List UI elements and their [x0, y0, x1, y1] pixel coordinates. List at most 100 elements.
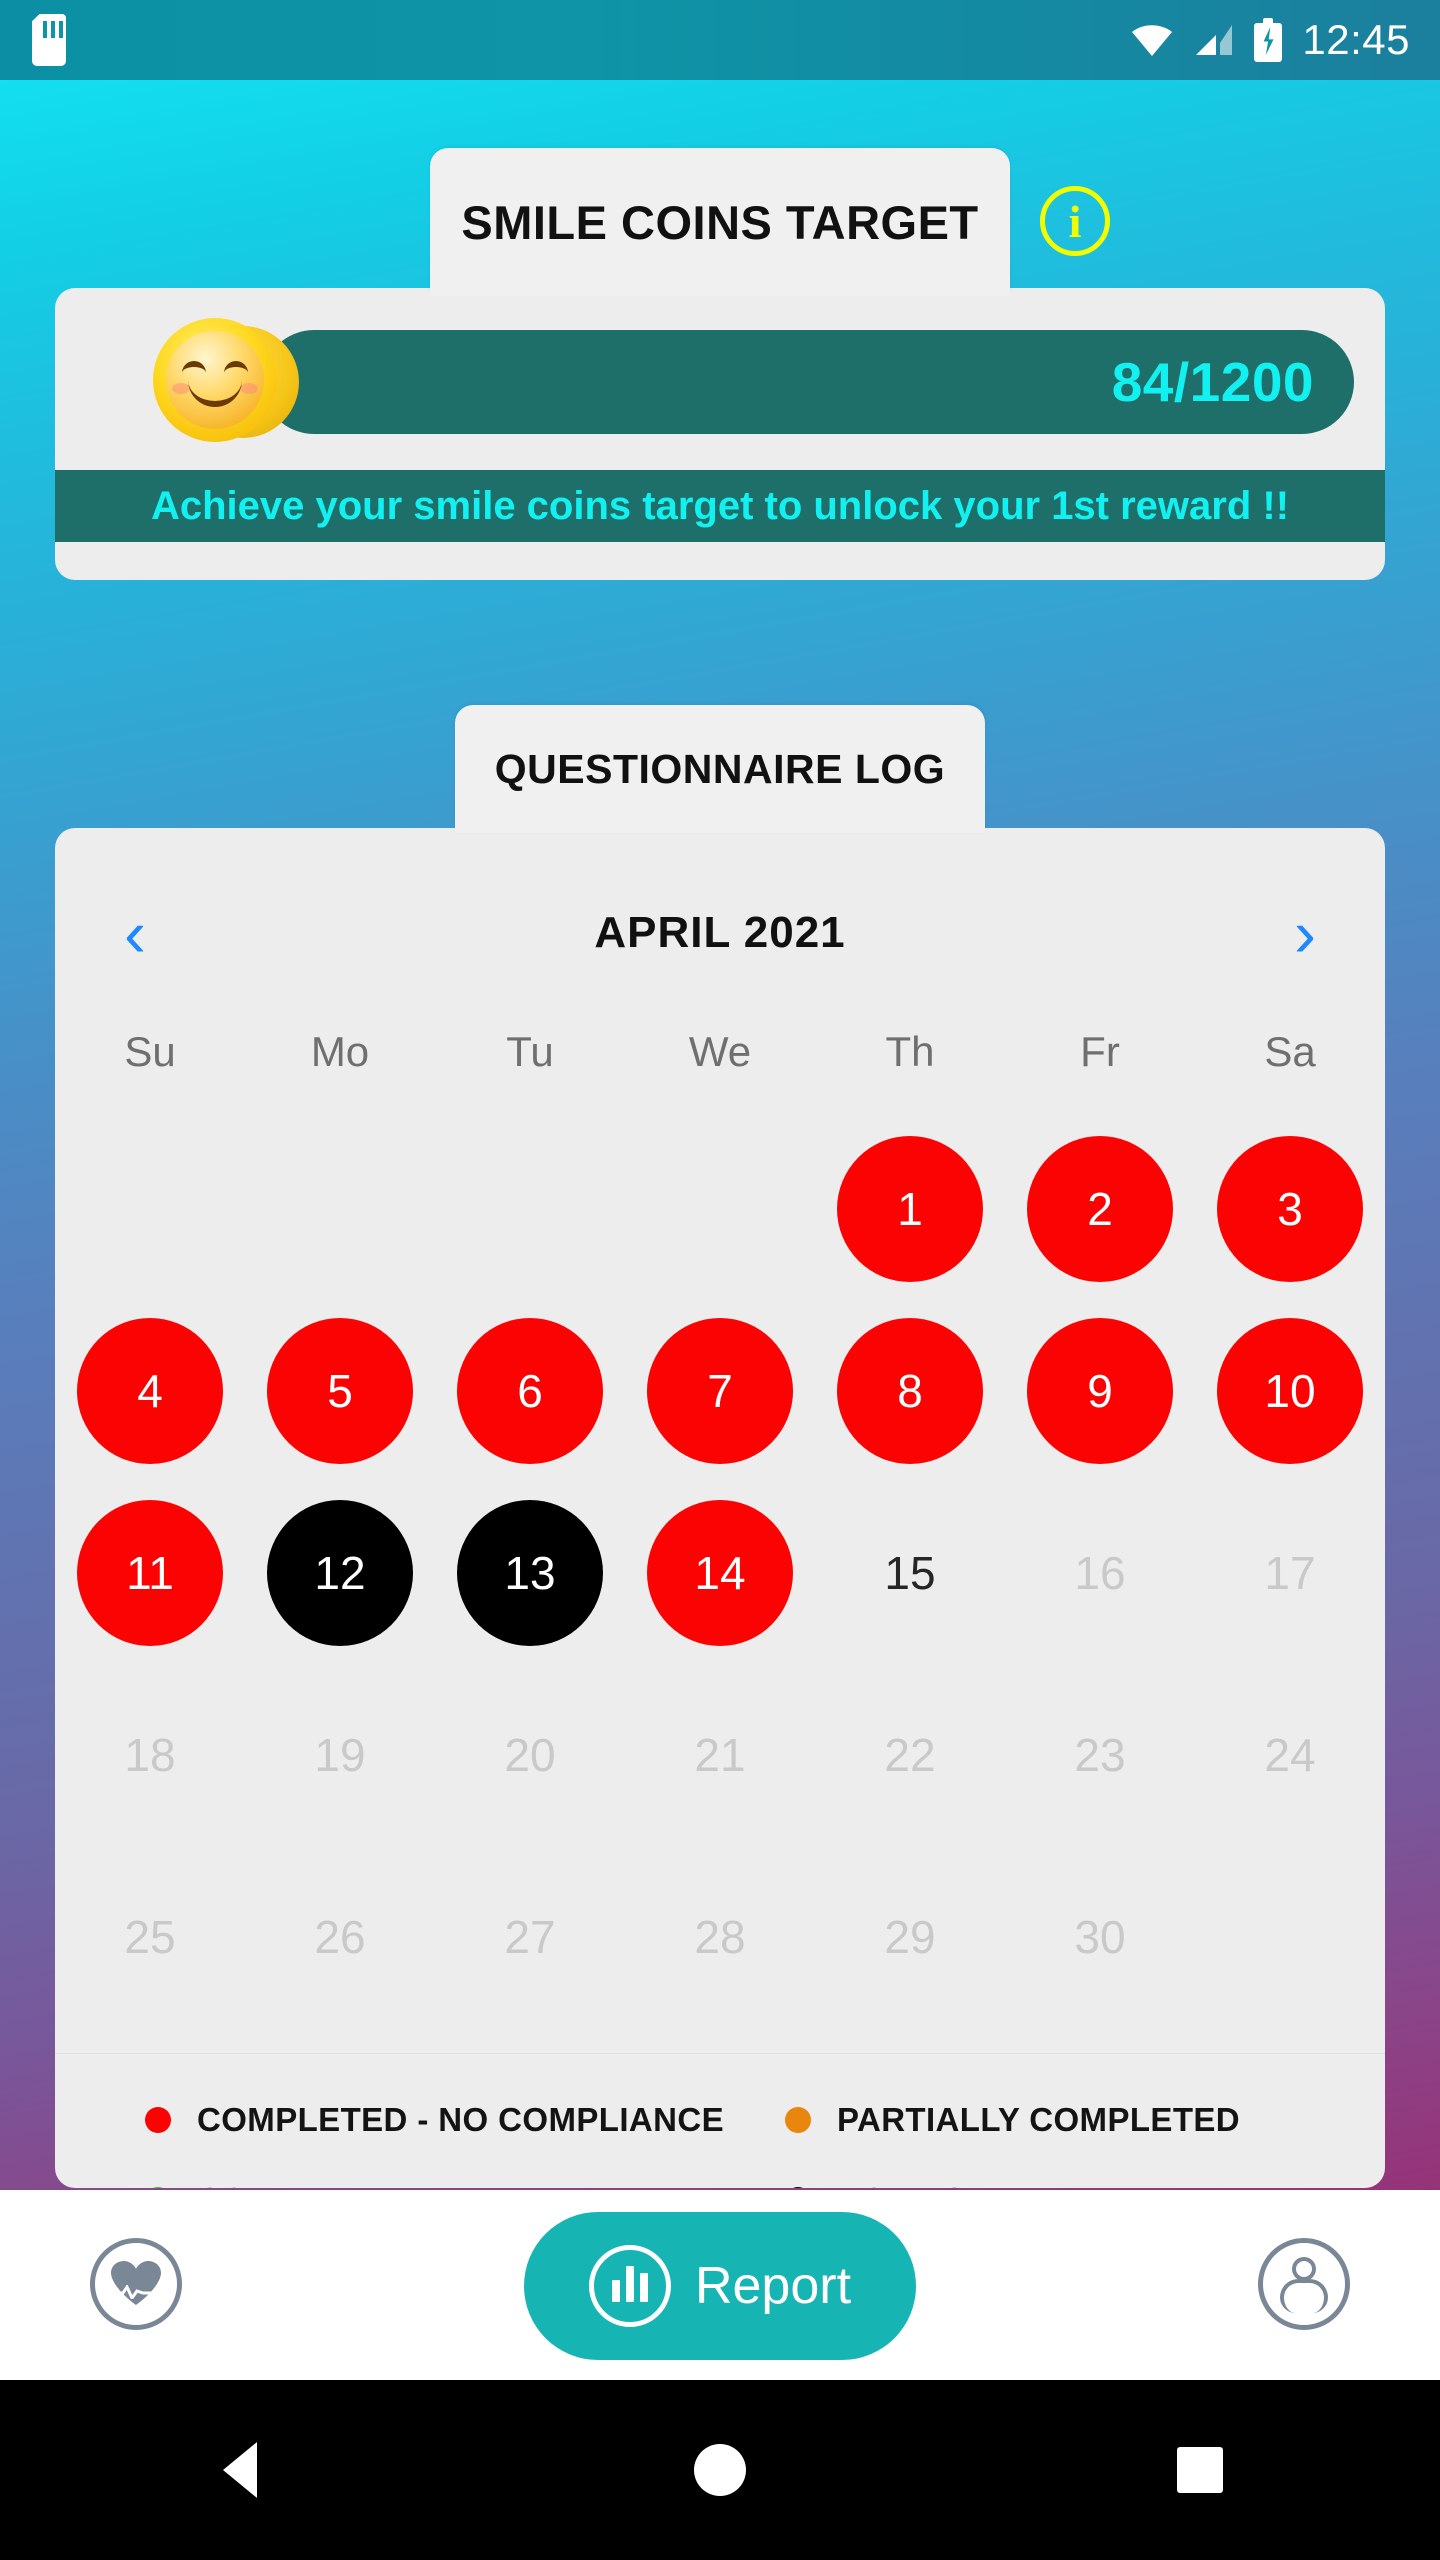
report-button[interactable]: Report — [524, 2212, 916, 2360]
calendar-day[interactable]: 27 — [457, 1864, 603, 2010]
back-button[interactable] — [160, 2420, 320, 2520]
android-navigation-bar — [0, 2380, 1440, 2560]
battery-charging-icon — [1254, 18, 1283, 62]
calendar-day[interactable]: 11 — [77, 1500, 223, 1646]
calendar-day[interactable]: 23 — [1027, 1682, 1173, 1828]
calendar-day[interactable]: 3 — [1217, 1136, 1363, 1282]
info-icon[interactable]: i — [1040, 186, 1110, 256]
calendar-day[interactable]: 8 — [837, 1318, 983, 1464]
calendar-day[interactable]: 29 — [837, 1864, 983, 2010]
calendar-header: ‹ APRIL 2021 › — [55, 888, 1385, 978]
sd-card-icon — [32, 14, 66, 66]
calendar-weekday: Sa — [1264, 1028, 1316, 1075]
calendar-cell: 16 — [1005, 1482, 1195, 1664]
info-icon-label: i — [1068, 196, 1082, 247]
calendar-weekday: We — [688, 1028, 752, 1075]
status-bar: 12:45 — [0, 0, 1440, 80]
legend-row-1: COMPLETED - NO COMPLIANCE PARTIALLY COMP… — [55, 2080, 1385, 2160]
calendar-day[interactable]: 7 — [647, 1318, 793, 1464]
calendar-weekday: Tu — [506, 1028, 554, 1075]
status-bar-clock: 12:45 — [1302, 16, 1410, 63]
calendar-cell: 22 — [815, 1664, 1005, 1846]
heart-pulse-icon[interactable] — [90, 2238, 182, 2330]
calendar-day[interactable]: 26 — [267, 1864, 413, 2010]
calendar-day[interactable]: 2 — [1027, 1136, 1173, 1282]
calendar-cell: 20 — [435, 1664, 625, 1846]
calendar-cell: 12 — [245, 1482, 435, 1664]
calendar-cell: 6 — [435, 1300, 625, 1482]
calendar-cell: 14 — [625, 1482, 815, 1664]
calendar-cell: 8 — [815, 1300, 1005, 1482]
bar-chart-icon — [588, 2245, 671, 2327]
next-month-button[interactable]: › — [1275, 900, 1335, 966]
calendar-cell: 30 — [1005, 1846, 1195, 2028]
calendar-cell: 25 — [55, 1846, 245, 2028]
wifi-icon — [1132, 25, 1173, 56]
calendar-cell-empty — [245, 1118, 435, 1300]
calendar-cell: 1 — [815, 1118, 1005, 1300]
calendar-day[interactable]: 5 — [267, 1318, 413, 1464]
calendar-cell: 21 — [625, 1664, 815, 1846]
legend-item-partially-completed: PARTIALLY COMPLETED — [785, 2101, 1240, 2139]
calendar-cell: 13 — [435, 1482, 625, 1664]
calendar-cell: 27 — [435, 1846, 625, 2028]
legend-item-completed-no-compliance: COMPLETED - NO COMPLIANCE — [145, 2101, 785, 2139]
home-button[interactable] — [640, 2420, 800, 2520]
status-bar-left — [0, 14, 66, 66]
calendar-weekday: Th — [885, 1028, 935, 1075]
calendar-day[interactable]: 12 — [267, 1500, 413, 1646]
calendar-day[interactable]: 17 — [1217, 1500, 1363, 1646]
questionnaire-tab-header: QUESTIONNAIRE LOG — [455, 705, 985, 833]
legend-dot-orange — [785, 2107, 811, 2133]
calendar-cell: 9 — [1005, 1300, 1195, 1482]
recents-button[interactable] — [1120, 2420, 1280, 2520]
reward-message-banner: Achieve your smile coins target to unloc… — [55, 470, 1385, 542]
calendar-day[interactable]: 19 — [267, 1682, 413, 1828]
prev-month-button[interactable]: ‹ — [105, 900, 165, 966]
calendar-day[interactable]: 14 — [647, 1500, 793, 1646]
legend-item-completed-full: COMPLETED - FULL — [145, 2181, 785, 2188]
smile-coin-icon — [153, 318, 299, 446]
calendar-day[interactable]: 4 — [77, 1318, 223, 1464]
calendar-day[interactable]: 15 — [837, 1500, 983, 1646]
profile-icon[interactable] — [1258, 2238, 1350, 2330]
calendar-cell: 4 — [55, 1300, 245, 1482]
calendar-day[interactable]: 21 — [647, 1682, 793, 1828]
calendar-day[interactable]: 25 — [77, 1864, 223, 2010]
calendar-cell: 2 — [1005, 1118, 1195, 1300]
calendar-day[interactable]: 22 — [837, 1682, 983, 1828]
calendar-day[interactable]: 20 — [457, 1682, 603, 1828]
calendar-day[interactable]: 24 — [1217, 1682, 1363, 1828]
calendar-cell-empty — [55, 1118, 245, 1300]
legend-dot-red — [145, 2107, 171, 2133]
signal-icon — [1196, 25, 1233, 55]
calendar-weekday-row: Su Mo Tu We Th Fr Sa — [55, 1028, 1385, 1076]
legend-item-not-done: NOT DONE — [785, 2181, 1014, 2188]
calendar-day[interactable]: 6 — [457, 1318, 603, 1464]
calendar-cell: 3 — [1195, 1118, 1385, 1300]
calendar-day[interactable]: 9 — [1027, 1318, 1173, 1464]
legend-label: COMPLETED - NO COMPLIANCE — [197, 2101, 724, 2138]
calendar-day[interactable]: 13 — [457, 1500, 603, 1646]
calendar-cell: 10 — [1195, 1300, 1385, 1482]
calendar-cell: 19 — [245, 1664, 435, 1846]
calendar-month-label: APRIL 2021 — [594, 908, 846, 957]
legend-label: NOT DONE — [837, 2181, 1014, 2188]
calendar-day[interactable]: 28 — [647, 1864, 793, 2010]
legend-row-2: COMPLETED - FULL NOT DONE — [55, 2160, 1385, 2188]
calendar-day[interactable]: 30 — [1027, 1864, 1173, 2010]
calendar-cell: 23 — [1005, 1664, 1195, 1846]
legend-label: PARTIALLY COMPLETED — [837, 2101, 1241, 2138]
calendar-weekday: Su — [124, 1028, 176, 1075]
calendar-cell: 28 — [625, 1846, 815, 2028]
calendar-cell: 17 — [1195, 1482, 1385, 1664]
legend-dot-black — [785, 2187, 811, 2188]
calendar-cell: 15 — [815, 1482, 1005, 1664]
calendar-day[interactable]: 18 — [77, 1682, 223, 1828]
calendar-day[interactable]: 1 — [837, 1136, 983, 1282]
calendar-grid: 1 2 3 4 5 6 7 8 9 10 11 12 13 14 15 16 17 18 19 20 21 22 23 24 2… — [55, 1118, 1385, 2028]
calendar-cell: 24 — [1195, 1664, 1385, 1846]
calendar-day[interactable]: 16 — [1027, 1500, 1173, 1646]
calendar-day[interactable]: 10 — [1217, 1318, 1363, 1464]
calendar-cell: 11 — [55, 1482, 245, 1664]
